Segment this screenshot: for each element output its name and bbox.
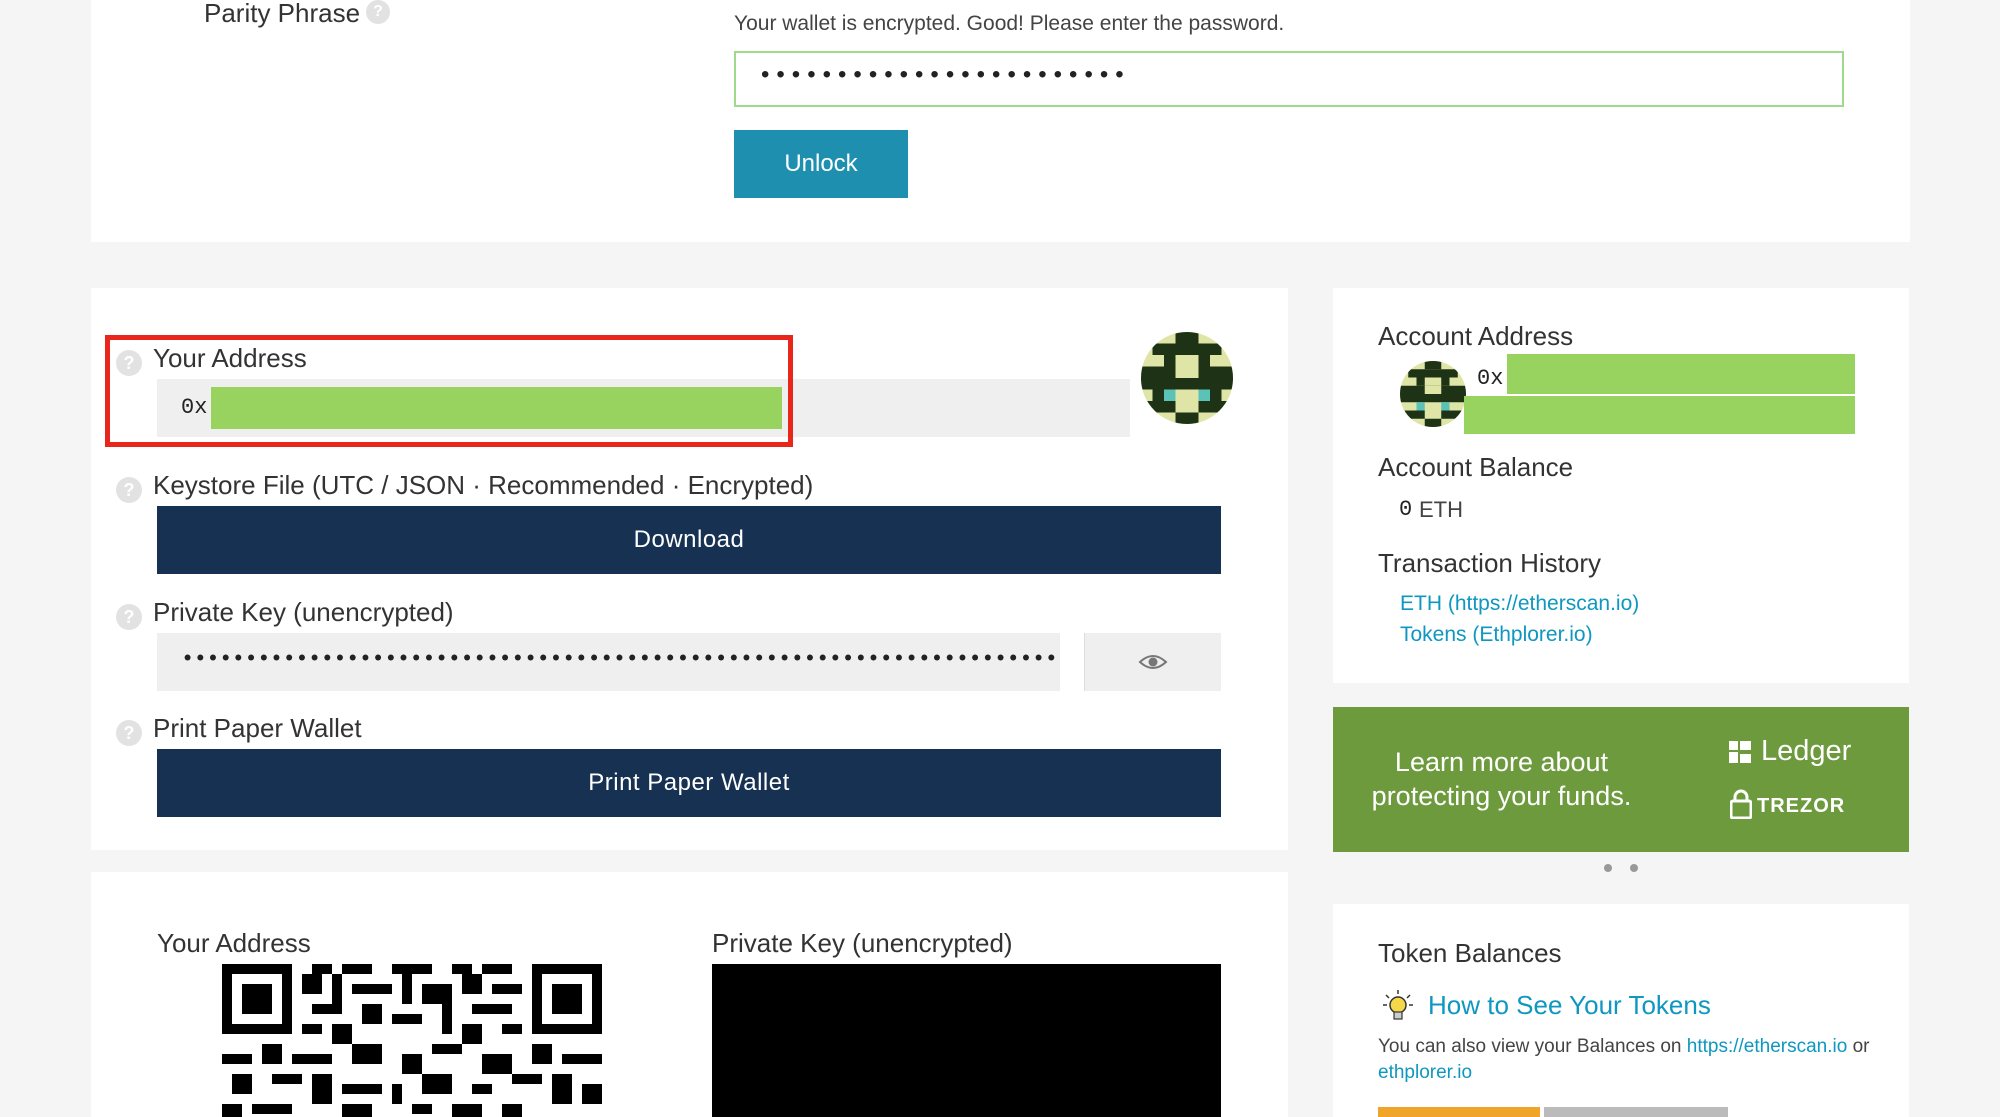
promo-line-1: Learn more about: [1394, 747, 1609, 777]
show-private-key-button[interactable]: [1084, 633, 1221, 691]
identicon-pattern: [1141, 332, 1233, 424]
balance-value: 0: [1399, 497, 1413, 522]
help-icon[interactable]: ?: [116, 720, 142, 746]
trezor-logo-text: TREZOR: [1757, 795, 1846, 817]
add-custom-token-button[interactable]: [1544, 1107, 1728, 1117]
account-identicon: [1400, 361, 1466, 427]
lock-icon: [1730, 789, 1752, 819]
account-address-prefix: 0x: [1477, 366, 1504, 391]
token-note-prefix: You can also view your Balances on: [1378, 1036, 1687, 1057]
ledger-logo-icon: [1729, 741, 1751, 763]
identicon-pattern: [1400, 361, 1466, 427]
promo-line-2: protecting your funds.: [1371, 781, 1632, 811]
password-input[interactable]: ••••••••••••••••••••••••: [734, 51, 1844, 107]
transaction-history-heading: Transaction History: [1378, 548, 1601, 578]
qr-private-key-label: Private Key (unencrypted): [712, 928, 1013, 958]
token-note-mid: or: [1847, 1036, 1870, 1057]
keystore-label: Keystore File (UTC / JSON · Recommended …: [153, 470, 814, 500]
private-key-label: Private Key (unencrypted): [153, 597, 454, 627]
private-key-field[interactable]: ••••••••••••••••••••••••••••••••••••••••…: [157, 633, 1060, 691]
qr-address-label: Your Address: [157, 928, 311, 958]
download-button[interactable]: Download: [157, 506, 1221, 574]
hardware-wallet-promo[interactable]: Learn more about protecting your funds. …: [1333, 707, 1909, 852]
unlock-message: Your wallet is encrypted. Good! Please e…: [734, 12, 1285, 35]
eye-icon: [1138, 655, 1168, 669]
etherscan-link[interactable]: ETH (https://etherscan.io): [1400, 592, 1639, 616]
parity-phrase-label: Parity Phrase: [204, 0, 361, 28]
carousel-dot[interactable]: [1630, 864, 1638, 872]
token-etherscan-link[interactable]: https://etherscan.io: [1687, 1036, 1848, 1057]
token-note: You can also view your Balances on https…: [1378, 1034, 1888, 1086]
token-balances-heading: Token Balances: [1378, 938, 1562, 968]
qr-card: Your Address Private Key (unencrypted): [91, 872, 1288, 1117]
unlock-button[interactable]: Unlock: [734, 130, 908, 198]
address-highlight-box: [105, 335, 793, 447]
token-ethplorer-link[interactable]: ethplorer.io: [1378, 1062, 1472, 1083]
show-all-tokens-button[interactable]: [1378, 1107, 1540, 1117]
help-icon[interactable]: ?: [366, 0, 390, 24]
print-paper-wallet-label: Print Paper Wallet: [153, 713, 362, 743]
help-icon[interactable]: ?: [116, 604, 142, 630]
unlock-card: Parity Phrase ? Your wallet is encrypted…: [91, 0, 1910, 242]
account-address-redaction-2: [1464, 396, 1855, 434]
balance-unit: ETH: [1419, 497, 1463, 522]
ledger-logo-text: Ledger: [1761, 735, 1852, 767]
token-balances-card: Token Balances How to See Your Tokens Yo…: [1333, 904, 1909, 1117]
password-value: ••••••••••••••••••••••••: [758, 63, 1128, 90]
print-paper-wallet-button[interactable]: Print Paper Wallet: [157, 749, 1221, 817]
private-key-value: ••••••••••••••••••••••••••••••••••••••••…: [181, 647, 1058, 672]
carousel-dot[interactable]: [1604, 864, 1612, 872]
identicon-avatar: [1141, 332, 1233, 424]
account-card: Account Address 0x Account Balance 0 ETH…: [1333, 288, 1909, 683]
private-key-qr-hidden: [712, 964, 1221, 1117]
wallet-details-card: ? Your Address 0x ? Keystore File (UTC /…: [91, 288, 1288, 850]
how-to-see-tokens-link[interactable]: How to See Your Tokens: [1428, 990, 1711, 1021]
help-icon[interactable]: ?: [116, 477, 142, 503]
account-balance-heading: Account Balance: [1378, 452, 1574, 482]
ethplorer-link[interactable]: Tokens (Ethplorer.io): [1400, 623, 1593, 647]
address-qr-code: [222, 964, 602, 1117]
lightbulb-icon: [1383, 990, 1413, 1020]
account-address-redaction-1: [1507, 354, 1855, 394]
account-address-heading: Account Address: [1378, 321, 1574, 351]
